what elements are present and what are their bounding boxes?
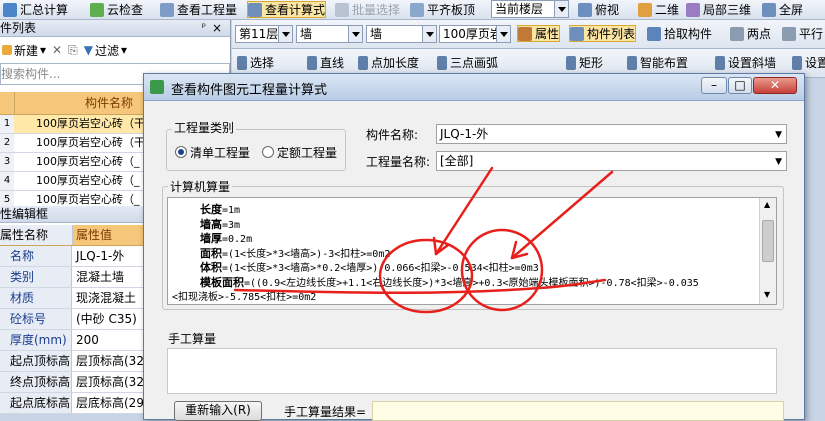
red-annotation-overlay: [233, 166, 614, 314]
annotation-arrow-left: [434, 166, 494, 256]
annotation-circle-right: [460, 228, 544, 312]
annotation-strike-line: [233, 278, 607, 295]
annotation-circle-left: [378, 238, 474, 314]
annotation-arrow-right: [510, 170, 614, 260]
